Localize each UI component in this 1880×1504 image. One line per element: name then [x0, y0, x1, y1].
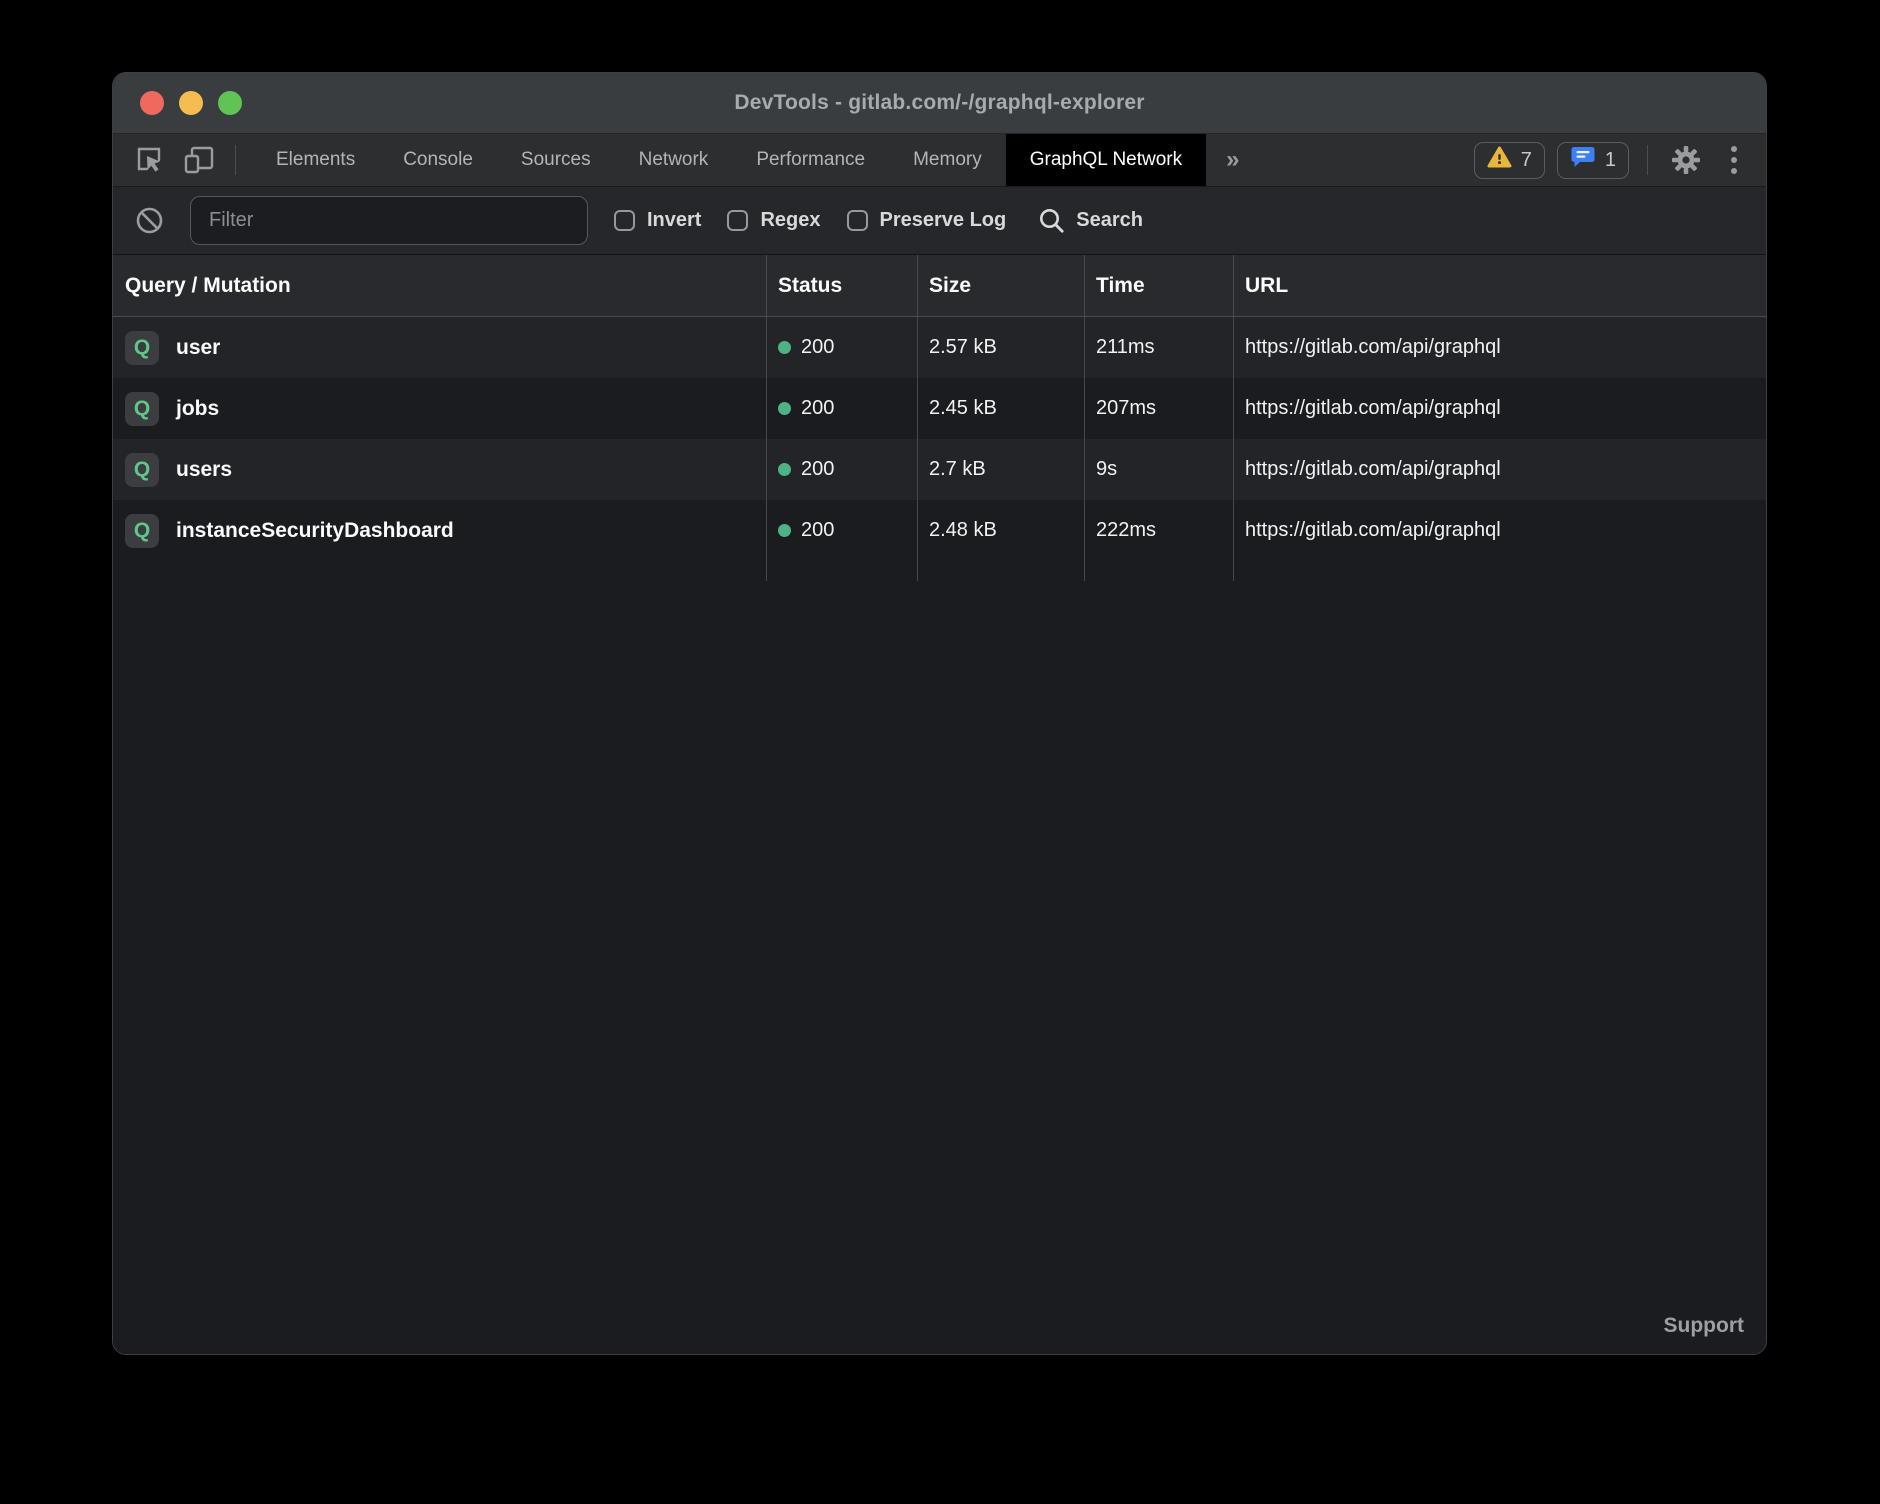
regex-checkbox[interactable]: [727, 210, 748, 231]
preserve-log-label: Preserve Log: [880, 209, 1007, 232]
warning-icon: [1487, 146, 1512, 175]
query-name: instanceSecurityDashboard: [176, 519, 454, 543]
column-header-time[interactable]: Time: [1084, 255, 1233, 316]
warnings-badge[interactable]: 7: [1474, 142, 1545, 179]
query-name: jobs: [176, 397, 219, 421]
status-ok-dot: [778, 341, 791, 354]
table-row[interactable]: Q instanceSecurityDashboard 200 2.48 kB …: [113, 500, 1766, 561]
devtools-window: DevTools - gitlab.com/-/graphql-explorer: [112, 72, 1767, 1355]
request-url: https://gitlab.com/api/graphql: [1233, 378, 1767, 439]
inspect-element-icon[interactable]: [129, 140, 169, 180]
status-code: 200: [801, 519, 834, 542]
issues-count: 1: [1605, 149, 1616, 172]
response-time: 9s: [1084, 439, 1233, 500]
clear-filter-icon[interactable]: [135, 206, 164, 235]
status-ok-dot: [778, 402, 791, 415]
response-size: 2.57 kB: [917, 317, 1084, 378]
tab-graphql-network[interactable]: GraphQL Network: [1006, 134, 1206, 186]
window-titlebar: DevTools - gitlab.com/-/graphql-explorer: [113, 73, 1766, 134]
response-size: 2.7 kB: [917, 439, 1084, 500]
status-code: 200: [801, 336, 834, 359]
more-options-icon[interactable]: [1718, 146, 1750, 174]
panel-empty-area: Support: [113, 581, 1766, 1354]
tab-network[interactable]: Network: [615, 134, 733, 186]
column-header-url[interactable]: URL: [1233, 255, 1767, 316]
regex-checkbox-group: Regex: [727, 209, 820, 232]
table-row[interactable]: Q user 200 2.57 kB 211ms https://gitlab.…: [113, 317, 1766, 378]
search-control[interactable]: Search: [1038, 207, 1143, 234]
response-size: 2.48 kB: [917, 500, 1084, 561]
response-time: 207ms: [1084, 378, 1233, 439]
issues-badge[interactable]: 1: [1557, 142, 1629, 179]
column-header-status[interactable]: Status: [766, 255, 917, 316]
column-separator-stub: [113, 561, 1766, 581]
tab-memory[interactable]: Memory: [889, 134, 1006, 186]
tab-sources[interactable]: Sources: [497, 134, 615, 186]
message-icon: [1570, 145, 1596, 175]
request-url: https://gitlab.com/api/graphql: [1233, 317, 1767, 378]
device-toolbar-icon[interactable]: [179, 140, 219, 180]
tab-console[interactable]: Console: [379, 134, 497, 186]
window-title: DevTools - gitlab.com/-/graphql-explorer: [113, 91, 1766, 115]
query-type-badge: Q: [125, 392, 159, 426]
support-link[interactable]: Support: [1664, 1314, 1744, 1338]
search-label: Search: [1076, 209, 1143, 232]
request-url: https://gitlab.com/api/graphql: [1233, 439, 1767, 500]
status-ok-dot: [778, 463, 791, 476]
status-code: 200: [801, 397, 834, 420]
response-size: 2.45 kB: [917, 378, 1084, 439]
status-ok-dot: [778, 524, 791, 537]
search-icon: [1038, 207, 1065, 234]
tab-performance[interactable]: Performance: [732, 134, 889, 186]
query-type-badge: Q: [125, 453, 159, 487]
query-type-badge: Q: [125, 514, 159, 548]
filter-toolbar: Invert Regex Preserve Log Search: [113, 187, 1766, 255]
panel-tabs: Elements Console Sources Network Perform…: [252, 134, 1260, 186]
settings-gear-icon[interactable]: [1666, 140, 1706, 180]
devtools-tabbar: Elements Console Sources Network Perform…: [113, 134, 1766, 187]
tab-elements[interactable]: Elements: [252, 134, 379, 186]
query-type-badge: Q: [125, 331, 159, 365]
invert-label: Invert: [647, 209, 701, 232]
table-body: Q user 200 2.57 kB 211ms https://gitlab.…: [113, 317, 1766, 561]
warning-count: 7: [1521, 149, 1532, 172]
table-row[interactable]: Q users 200 2.7 kB 9s https://gitlab.com…: [113, 439, 1766, 500]
query-name: user: [176, 336, 220, 360]
status-code: 200: [801, 458, 834, 481]
column-header-size[interactable]: Size: [917, 255, 1084, 316]
tabbar-right-divider: [1647, 145, 1648, 175]
invert-checkbox-group: Invert: [614, 209, 701, 232]
query-name: users: [176, 458, 232, 482]
response-time: 211ms: [1084, 317, 1233, 378]
request-url: https://gitlab.com/api/graphql: [1233, 500, 1767, 561]
response-time: 222ms: [1084, 500, 1233, 561]
table-row[interactable]: Q jobs 200 2.45 kB 207ms https://gitlab.…: [113, 378, 1766, 439]
preserve-log-checkbox-group: Preserve Log: [847, 209, 1007, 232]
invert-checkbox[interactable]: [614, 210, 635, 231]
filter-input[interactable]: [190, 196, 588, 245]
toolbar-divider: [235, 145, 236, 175]
more-tabs-chevron[interactable]: »: [1206, 134, 1259, 186]
preserve-log-checkbox[interactable]: [847, 210, 868, 231]
table-header: Query / Mutation Status Size Time URL: [113, 255, 1766, 317]
desktop-background: DevTools - gitlab.com/-/graphql-explorer: [0, 0, 1880, 1504]
regex-label: Regex: [760, 209, 820, 232]
column-header-query-mutation[interactable]: Query / Mutation: [113, 255, 766, 316]
